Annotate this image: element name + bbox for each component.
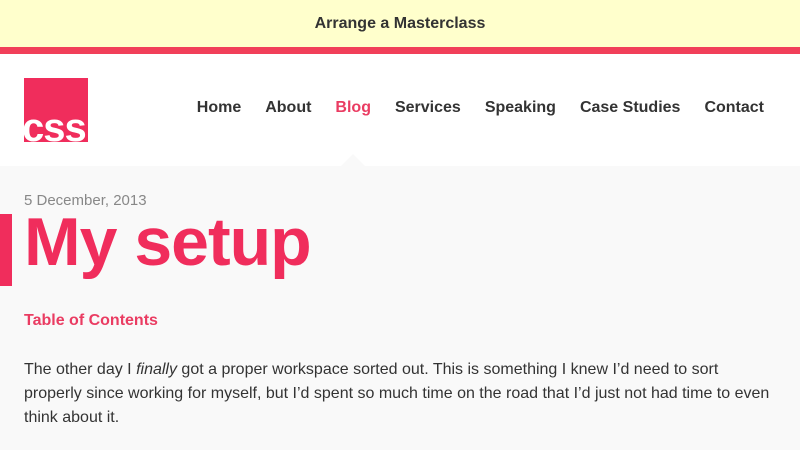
title-accent-bar [0,214,12,286]
promo-divider [0,47,800,54]
nav-item-blog[interactable]: Blog [335,98,371,118]
active-nav-caret [341,154,365,166]
site-header: css Home About Blog Services Speaking Ca… [0,54,800,166]
post-title: My setup [24,204,312,280]
logo-text: css [24,106,87,142]
main-nav: Home About Blog Services Speaking Case S… [173,98,764,118]
nav-item-case-studies[interactable]: Case Studies [580,98,680,118]
intro-text-start: The other day I [24,361,137,378]
table-of-contents-link[interactable]: Table of Contents [24,312,158,330]
promo-bar: Arrange a Masterclass [0,0,800,47]
nav-item-contact[interactable]: Contact [704,98,764,118]
nav-item-about[interactable]: About [265,98,311,118]
nav-item-home[interactable]: Home [197,98,241,118]
site-logo[interactable]: css [24,78,88,142]
nav-item-services[interactable]: Services [395,98,461,118]
nav-item-speaking[interactable]: Speaking [485,98,556,118]
intro-emphasis: finally [136,361,177,378]
post-intro-paragraph: The other day I finally got a proper wor… [24,358,776,430]
masterclass-link[interactable]: Arrange a Masterclass [315,15,486,33]
